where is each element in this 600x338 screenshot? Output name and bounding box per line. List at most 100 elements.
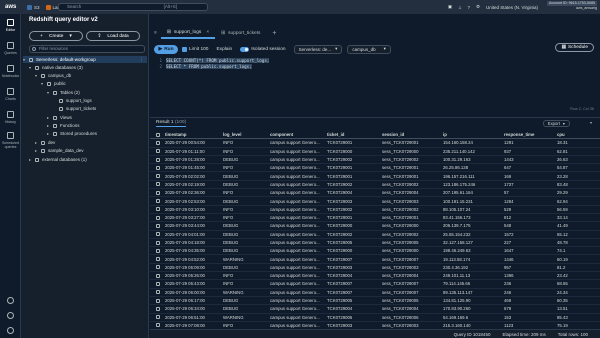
table-row[interactable]: 2025-07-29 03:27:00 INFO campus support Ge… — [150, 214, 600, 223]
tree-node-native-databases[interactable]: ▾ native databases (3) — [29, 64, 83, 71]
nav-history[interactable]: History — [0, 106, 21, 129]
result-tab[interactable]: Result 1 (100) — [156, 120, 187, 127]
theme-icon[interactable] — [7, 297, 14, 304]
notifications-icon[interactable]: ♫ — [458, 5, 461, 10]
tree-node-campus-db[interactable]: ▾ campus_db — [35, 72, 71, 79]
tree-node-workgroup[interactable]: ▾ Serverless: default-workgroup ⋮ — [23, 56, 147, 63]
table-row[interactable]: 2025-07-29 01:28:00 DEBUG campus support G… — [150, 156, 600, 165]
settings-icon[interactable]: ⚙ — [476, 4, 480, 10]
search-input[interactable]: Search [Alt+S] — [58, 3, 208, 11]
sql-code-area[interactable]: 1 SELECT COUNT(*) FROM public.support_log… — [150, 57, 600, 107]
column-header[interactable]: log_level — [221, 132, 268, 137]
tree-node-dev[interactable]: ▸ dev — [35, 139, 55, 146]
table-row[interactable]: 2025-07-29 05:09:00 DEBUG campus support G… — [150, 264, 600, 273]
limit-checkbox[interactable]: Limit 100 — [182, 46, 208, 52]
tree-node-sample-data-dev[interactable]: ▸ sample_data_dev — [35, 147, 84, 154]
table-row[interactable]: 2025-07-29 06:17:00 DEBUG campus support G… — [150, 297, 600, 306]
row-select-cell[interactable] — [150, 190, 163, 195]
row-select-cell[interactable] — [150, 149, 163, 154]
row-select-cell[interactable] — [150, 298, 163, 303]
collapse-icon[interactable]: ▾ — [590, 120, 592, 125]
table-row[interactable]: 2025-07-29 02:36:00 INFO campus support Ge… — [150, 189, 600, 198]
row-select-cell[interactable] — [150, 223, 163, 228]
account-menu[interactable]: Account ID: 9615-1753-5085 aws_anwarig — [547, 1, 597, 10]
filter-resources-input[interactable]: Filter resources — [29, 45, 145, 53]
cloudshell-icon[interactable]: ▣ — [448, 4, 452, 10]
row-select-cell[interactable] — [150, 132, 163, 137]
row-select-cell[interactable] — [150, 165, 163, 170]
connection-select[interactable]: Serverless: de... ▾ — [293, 44, 343, 54]
more-icon[interactable]: ⋮ — [140, 57, 145, 63]
help-icon[interactable]: ? — [467, 5, 470, 10]
info-icon[interactable] — [7, 312, 14, 319]
table-row[interactable]: 2025-07-29 01:45:00 INFO campus support Ge… — [150, 164, 600, 173]
row-select-cell[interactable] — [150, 248, 163, 253]
tree-node-support-logs[interactable]: support_logs — [59, 97, 92, 104]
schedule-button[interactable]: ▦ Schedule — [555, 43, 594, 52]
column-header[interactable]: response_time — [502, 132, 555, 137]
isolated-session-toggle[interactable]: Isolated session — [240, 46, 286, 52]
table-row[interactable]: 2025-07-29 04:35:00 DEBUG campus support G… — [150, 247, 600, 256]
column-header[interactable]: ticket_id — [325, 132, 380, 137]
add-tab-icon[interactable]: + — [272, 30, 276, 37]
load-data-button[interactable]: ⇪ Load data — [86, 31, 140, 41]
nav-queries[interactable]: Queries — [0, 37, 21, 60]
table-row[interactable]: 2025-07-29 00:54:00 INFO campus support Ge… — [150, 139, 600, 148]
column-header[interactable]: timestamp — [163, 132, 221, 137]
table-row[interactable]: 2025-07-29 05:26:00 INFO campus support Ge… — [150, 272, 600, 281]
row-select-cell[interactable] — [150, 174, 163, 179]
tree-node-procedures[interactable]: ▸ Stored procedures — [47, 130, 97, 137]
table-row[interactable]: 2025-07-29 04:52:00 WARNING campus support… — [150, 255, 600, 264]
table-row[interactable]: 2025-07-29 06:51:00 WARNING campus support… — [150, 314, 600, 322]
row-select-cell[interactable] — [150, 140, 163, 145]
region-selector[interactable]: United States (N. Virginia) — [486, 5, 538, 10]
run-button[interactable]: ▶ Run — [154, 44, 178, 54]
nav-notebooks[interactable]: Notebooks — [0, 60, 21, 83]
create-button[interactable]: + Create ▾ — [29, 31, 83, 41]
database-select[interactable]: campus_db ▾ — [347, 44, 391, 54]
row-select-cell[interactable] — [150, 315, 163, 320]
row-select-cell[interactable] — [150, 290, 163, 295]
row-select-cell[interactable] — [150, 306, 163, 311]
row-select-cell[interactable] — [150, 182, 163, 187]
table-row[interactable]: 2025-07-29 06:00:00 WARNING campus support… — [150, 289, 600, 297]
aws-logo[interactable]: aws — [5, 4, 21, 10]
export-button[interactable]: Export ▾ — [542, 120, 570, 127]
tree-node-functions[interactable]: ▸ Functions — [47, 122, 80, 129]
tab-support-logs[interactable]: ⊞ support_logs × — [160, 27, 216, 39]
table-row[interactable]: 2025-07-29 05:43:00 INFO campus support Ge… — [150, 280, 600, 289]
row-select-cell[interactable] — [150, 265, 163, 270]
tree-node-views[interactable]: ▸ Views — [47, 114, 72, 121]
column-header[interactable]: component — [268, 132, 325, 137]
row-select-cell[interactable] — [150, 257, 163, 262]
table-row[interactable]: 2025-07-29 03:44:00 DEBUG campus support G… — [150, 222, 600, 231]
row-select-cell[interactable] — [150, 281, 163, 286]
tree-node-support-tickets[interactable]: support_tickets — [59, 105, 96, 112]
tab-support-tickets[interactable]: ⊞ support_tickets — [215, 27, 266, 39]
table-row[interactable]: 2025-07-29 04:01:00 DEBUG campus support G… — [150, 231, 600, 239]
tab-list-icon[interactable]: ≡ — [154, 31, 157, 36]
row-select-cell[interactable] — [150, 323, 163, 328]
row-select-cell[interactable] — [150, 199, 163, 204]
row-select-cell[interactable] — [150, 232, 163, 237]
nav-scheduled-queries[interactable]: Scheduled queries — [0, 129, 21, 152]
row-select-cell[interactable] — [150, 215, 163, 220]
tree-node-public[interactable]: ▾ public — [41, 80, 66, 87]
nav-editor[interactable]: Editor — [0, 14, 21, 37]
table-row[interactable]: 2025-07-29 02:19:00 DEBUG campus support G… — [150, 181, 600, 190]
table-row[interactable]: 2025-07-29 03:10:00 INFO campus support Ge… — [150, 206, 600, 214]
row-select-cell[interactable] — [150, 157, 163, 162]
tree-node-external-databases[interactable]: ▸ external databases (1) — [29, 156, 87, 163]
table-row[interactable]: 2025-07-29 01:11:00 INFO campus support Ge… — [150, 148, 600, 156]
row-select-cell[interactable] — [150, 240, 163, 245]
explain-button[interactable]: Explain — [216, 47, 232, 52]
close-icon[interactable]: × — [206, 30, 209, 35]
table-row[interactable]: 2025-07-29 06:34:00 DEBUG campus support G… — [150, 305, 600, 314]
column-header[interactable]: ip — [441, 132, 502, 137]
column-header[interactable]: cpu — [555, 132, 600, 137]
nav-charts[interactable]: Charts — [0, 83, 21, 106]
table-row[interactable]: 2025-07-29 02:53:00 DEBUG campus support G… — [150, 197, 600, 206]
row-select-cell[interactable] — [150, 207, 163, 212]
row-select-cell[interactable] — [150, 273, 163, 278]
column-header[interactable]: session_id — [380, 132, 441, 137]
